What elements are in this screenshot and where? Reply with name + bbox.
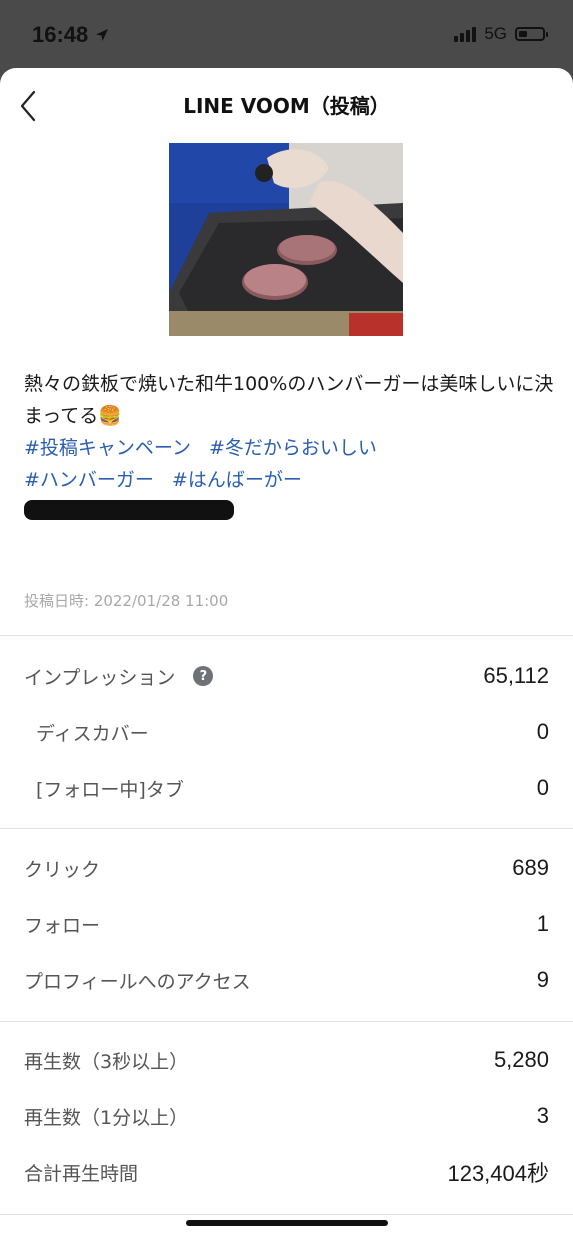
metric-plays-1m: 再生数（1分以上） 3: [0, 1088, 573, 1144]
metric-value: 689: [512, 855, 549, 880]
status-indicators: 5G: [454, 24, 548, 44]
divider: [0, 635, 573, 636]
metric-label: インプレッション: [24, 666, 176, 689]
metric-label: [フォロー中]タブ: [36, 778, 184, 801]
metric-label: 再生数（1分以上）: [24, 1106, 189, 1129]
home-indicator[interactable]: [186, 1220, 388, 1226]
post-thumbnail[interactable]: [169, 143, 403, 336]
metric-clicks: クリック 689: [0, 840, 573, 896]
metric-label: ディスカバー: [36, 722, 149, 745]
divider: [0, 1214, 573, 1215]
metric-label: 再生数（3秒以上）: [24, 1050, 189, 1073]
metric-label: フォロー: [24, 914, 101, 937]
hashtag-link[interactable]: #はんばーがー: [172, 469, 302, 491]
hashtag-list: #投稿キャンペーン #冬だからおいしい #ハンバーガー #はんばーがー: [24, 432, 554, 496]
metric-follows: フォロー 1: [0, 896, 573, 952]
battery-icon: [515, 27, 548, 41]
metric-value: 123,404秒: [447, 1161, 549, 1186]
status-time-text: 16:48: [32, 22, 89, 47]
status-time: 16:48: [32, 22, 110, 48]
post-caption: 熱々の鉄板で焼いた和牛100%のハンバーガーは美味しいに決まってる🍔 #投稿キャ…: [24, 368, 554, 520]
header: LINE VOOM（投稿）: [0, 68, 573, 142]
hashtag-link[interactable]: #投稿キャンペーン: [24, 437, 191, 459]
hashtag-link[interactable]: #ハンバーガー: [24, 469, 154, 491]
page-title: LINE VOOM（投稿）: [183, 94, 390, 118]
posted-at: 投稿日時: 2022/01/28 11:00: [24, 592, 229, 610]
metric-value: 9: [536, 967, 549, 992]
location-arrow-icon: [96, 29, 109, 41]
cellular-signal-icon: [454, 26, 477, 42]
divider: [0, 828, 573, 829]
insights-sheet: LINE VOOM（投稿） 熱々の鉄板で焼いた和牛100%のハンバーガーは美味し…: [0, 68, 573, 1240]
divider: [0, 1021, 573, 1022]
metric-value: 0: [536, 719, 549, 744]
metric-total-play-time: 合計再生時間 123,404秒: [0, 1144, 573, 1200]
metric-discover: ディスカバー 0: [0, 704, 573, 760]
network-type: 5G: [484, 24, 507, 43]
metric-following-tab: [フォロー中]タブ 0: [0, 760, 573, 816]
metric-value: 5,280: [493, 1047, 549, 1072]
redacted-text: [24, 500, 234, 520]
caption-text: 熱々の鉄板で焼いた和牛100%のハンバーガーは美味しいに決まってる🍔: [24, 373, 554, 427]
metric-value: 65,112: [483, 663, 549, 688]
metric-value: 0: [536, 775, 549, 800]
status-bar: 16:48 5G: [0, 0, 573, 68]
help-icon[interactable]: ?: [193, 666, 214, 686]
metric-label: クリック: [24, 858, 101, 881]
metric-label: プロフィールへのアクセス: [24, 970, 251, 993]
metric-plays-3s: 再生数（3秒以上） 5,280: [0, 1032, 573, 1088]
hashtag-link[interactable]: #冬だからおいしい: [209, 437, 377, 459]
metric-label: 合計再生時間: [24, 1162, 139, 1185]
metric-value: 3: [536, 1103, 549, 1128]
metric-impressions: インプレッション ? 65,112: [0, 648, 573, 704]
metric-profile-access: プロフィールへのアクセス 9: [0, 952, 573, 1008]
post-image: [169, 143, 403, 336]
metric-value: 1: [536, 911, 549, 936]
